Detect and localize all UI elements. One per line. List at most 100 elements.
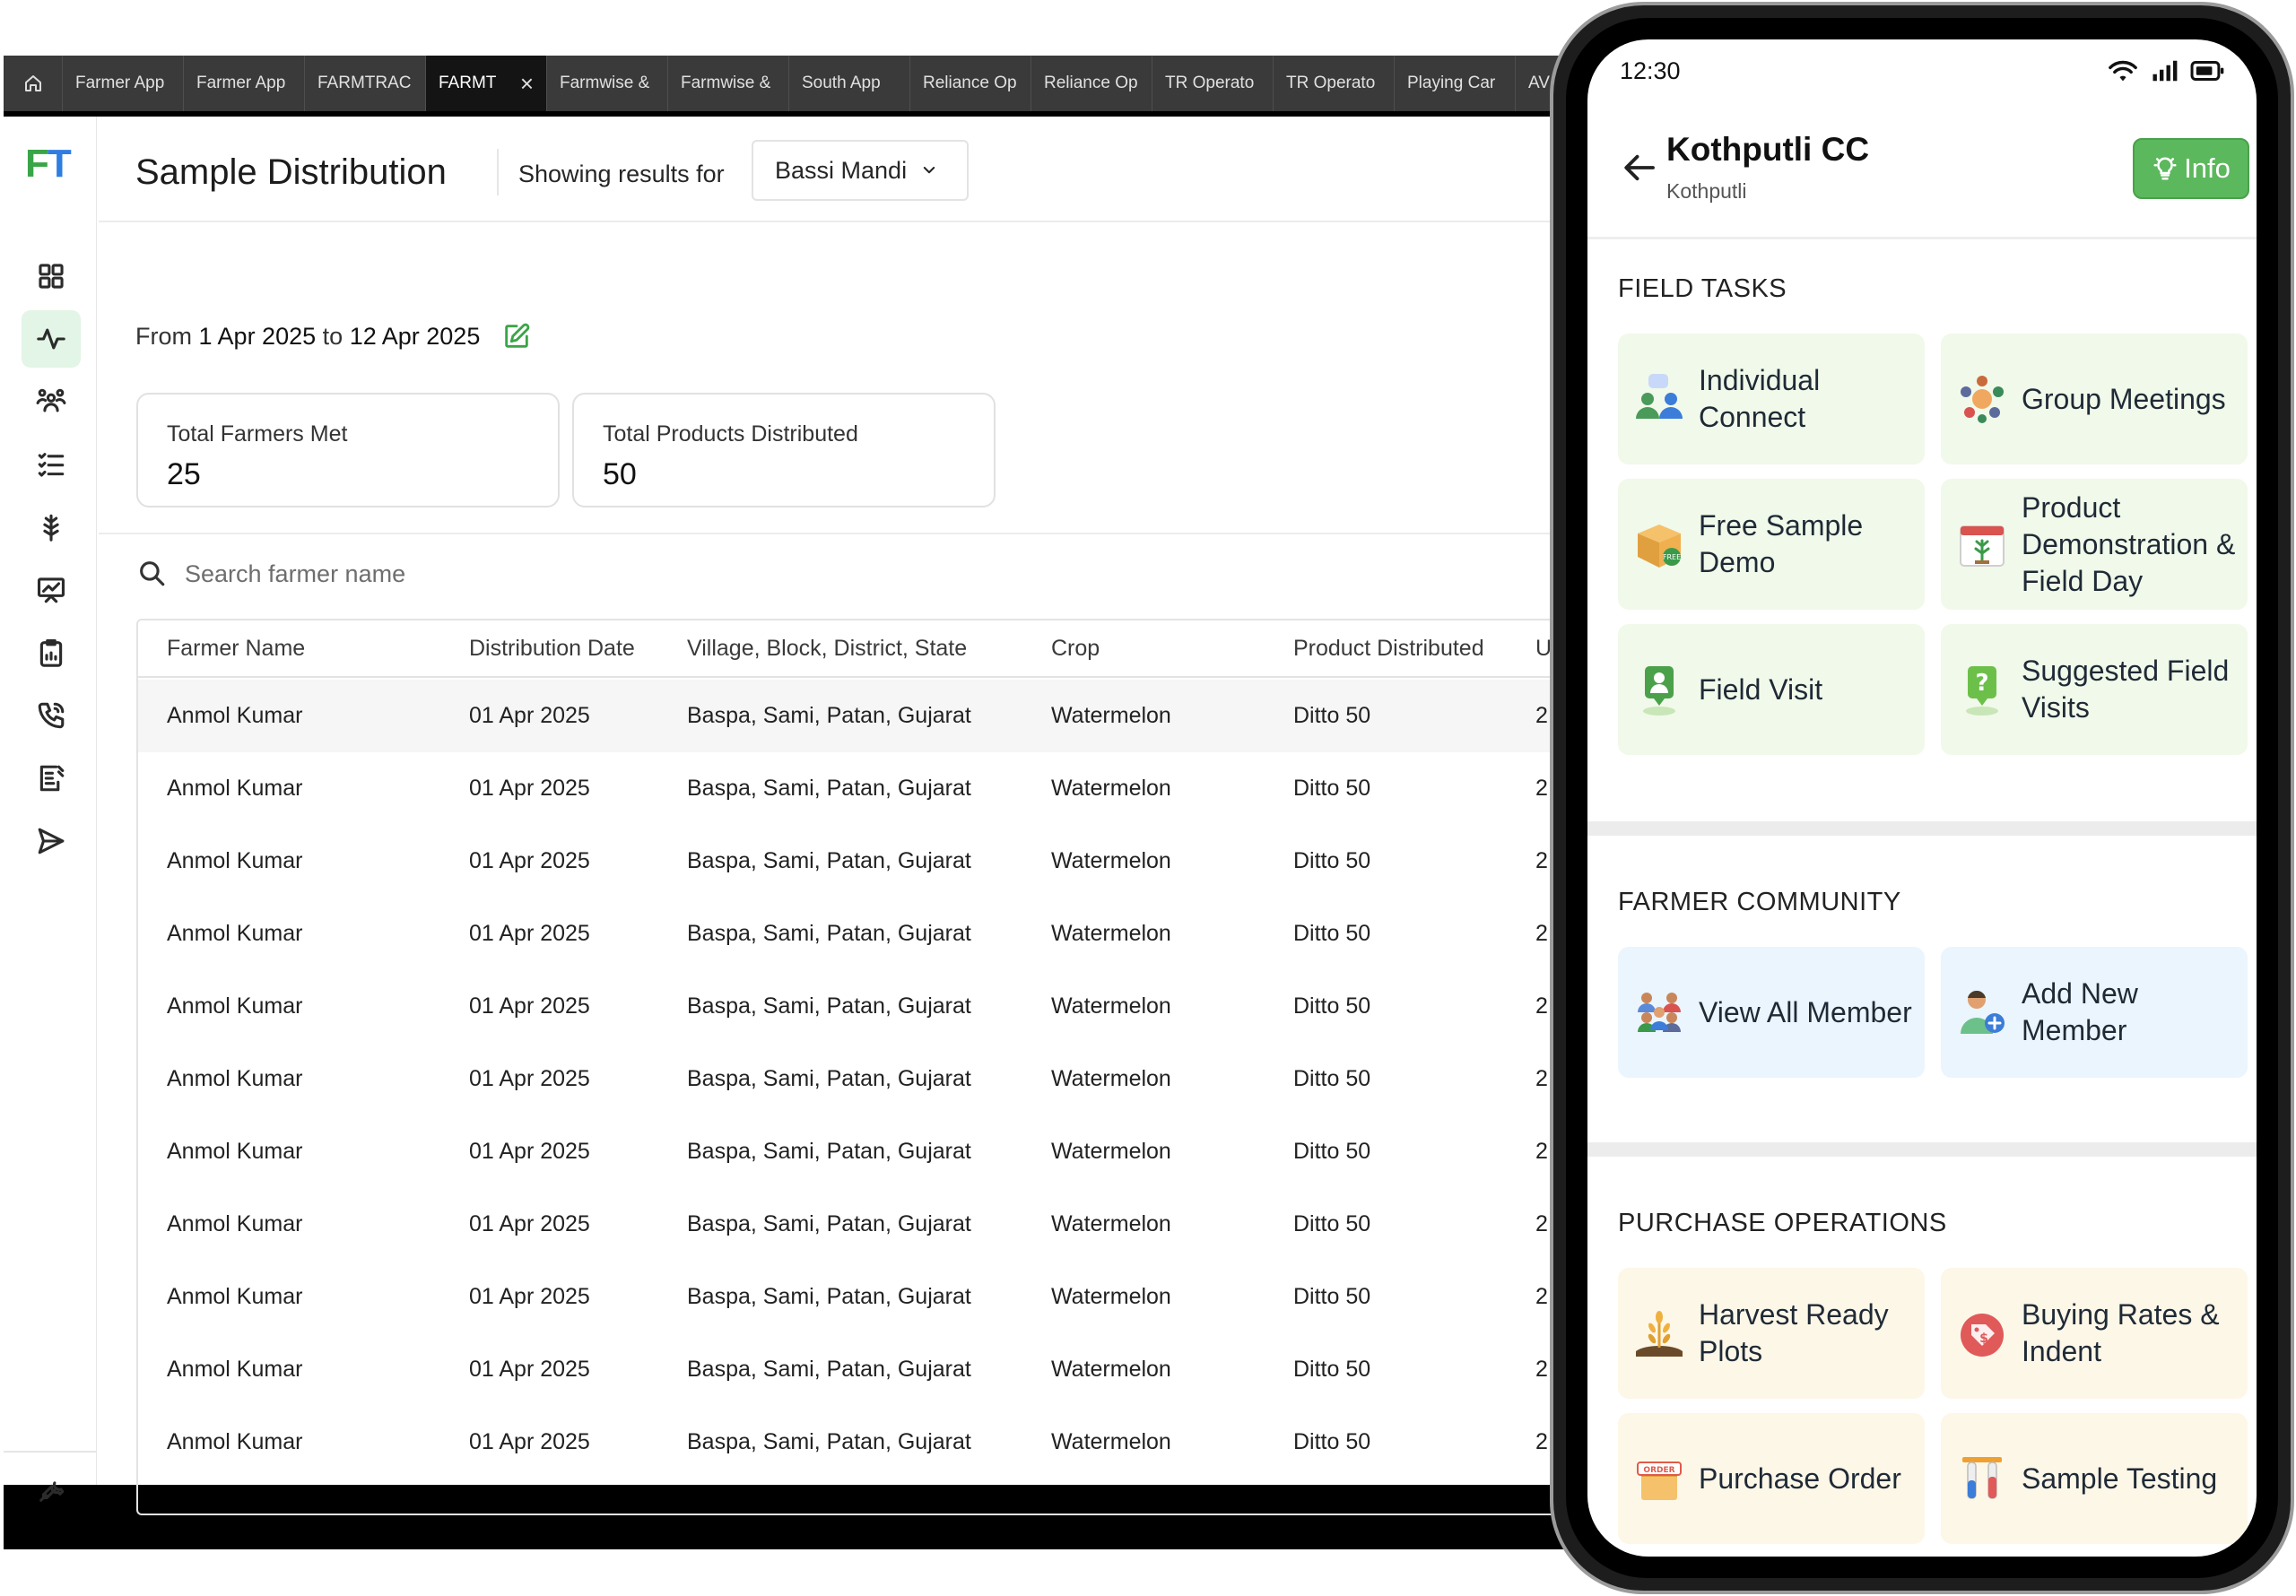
table-cell: Anmol Kumar (167, 1211, 303, 1236)
browser-tab[interactable]: Farmwise & (668, 56, 789, 111)
table-cell: Ditto 50 (1293, 703, 1371, 728)
search-input[interactable] (185, 554, 723, 594)
column-header[interactable]: Distribution Date (469, 620, 635, 676)
task-card-suggested-field-visits[interactable]: ? Suggested Field Visits (1941, 624, 2248, 755)
table-cell: Watermelon (1051, 776, 1171, 801)
header-divider (1587, 237, 2257, 239)
task-card-purchase-order[interactable]: ORDER Purchase Order (1618, 1413, 1925, 1544)
table-row[interactable]: Anmol Kumar 01 Apr 2025 Baspa, Sami, Patan… (138, 1406, 1580, 1479)
table-row[interactable]: Anmol Kumar 01 Apr 2025 Baspa, Sami, Patan… (138, 1188, 1580, 1261)
tab-label: Farmwise & (681, 74, 771, 92)
task-card-individual-connect[interactable]: Individual Connect (1618, 334, 1925, 464)
table-cell: Baspa, Sami, Patan, Gujarat (687, 703, 971, 728)
table-cell: 01 Apr 2025 (469, 1139, 590, 1164)
table-row[interactable]: Anmol Kumar 01 Apr 2025 Baspa, Sami, Patan… (138, 680, 1580, 752)
signal-icon (2152, 60, 2178, 82)
field-visit-pin-icon (1632, 663, 1686, 716)
table-cell: Watermelon (1051, 921, 1171, 946)
table-cell: Anmol Kumar (167, 1139, 303, 1164)
table-row[interactable]: Anmol Kumar 01 Apr 2025 Baspa, Sami, Patan… (138, 752, 1580, 825)
table-row[interactable]: Anmol Kumar 01 Apr 2025 Baspa, Sami, Patan… (138, 825, 1580, 898)
browser-tab[interactable]: Reliance Op (910, 56, 1031, 111)
task-card-field-visit[interactable]: Field Visit (1618, 624, 1925, 755)
back-arrow-icon[interactable] (1622, 149, 1659, 186)
browser-tab[interactable]: TR Operato (1152, 56, 1274, 111)
table-cell: 2 (1535, 993, 1548, 1019)
browser-tab[interactable]: Farmer App (184, 56, 305, 111)
browser-tab[interactable]: TR Operato (1274, 56, 1395, 111)
table-row[interactable]: Anmol Kumar 01 Apr 2025 Baspa, Sami, Patan… (138, 1043, 1580, 1115)
browser-tab[interactable]: Farmer App (63, 56, 184, 111)
sidebar-item-checklist[interactable] (22, 436, 81, 493)
sidebar-item-activity[interactable] (22, 310, 81, 368)
table-row[interactable]: Anmol Kumar 01 Apr 2025 Baspa, Sami, Patan… (138, 898, 1580, 970)
table-cell: 01 Apr 2025 (469, 1429, 590, 1454)
sidebar-item-phone-call[interactable] (22, 687, 81, 744)
sidebar-item-presentation[interactable] (22, 561, 81, 619)
column-header[interactable]: Village, Block, District, State (687, 620, 967, 676)
task-card-label: Group Meetings (2022, 382, 2226, 415)
free-sample-box-icon: FREE (1632, 517, 1686, 571)
sidebar-item-crop[interactable] (22, 499, 81, 556)
collection-center-subtitle: Kothputli (1666, 179, 1747, 203)
table-cell: Baspa, Sami, Patan, Gujarat (687, 1284, 971, 1309)
sidebar-item-clipboard[interactable] (22, 624, 81, 681)
presentation-icon (37, 577, 65, 603)
task-card-harvest-ready-plots[interactable]: Harvest Ready Plots (1618, 1268, 1925, 1399)
table-row[interactable]: Anmol Kumar 01 Apr 2025 Baspa, Sami, Patan… (138, 1333, 1580, 1406)
mandi-select[interactable]: Bassi Mandi (752, 140, 969, 201)
table-cell: 01 Apr 2025 (469, 776, 590, 801)
svg-text:ORDER: ORDER (1643, 1466, 1674, 1475)
home-icon (24, 75, 41, 91)
edit-date-icon[interactable] (501, 321, 532, 351)
column-header[interactable]: Crop (1051, 620, 1100, 676)
browser-tab[interactable]: Reliance Op (1031, 56, 1152, 111)
suggested-visit-icon: ? (1955, 663, 2009, 716)
task-card-sample-testing[interactable]: Sample Testing (1941, 1413, 2248, 1544)
section-separator (1587, 821, 2257, 836)
column-header[interactable]: Product Distributed (1293, 620, 1484, 676)
table-cell: Watermelon (1051, 1139, 1171, 1164)
table-cell: Baspa, Sami, Patan, Gujarat (687, 1066, 971, 1091)
sidebar-item-send[interactable] (22, 812, 81, 870)
browser-tab[interactable]: South App (789, 56, 910, 111)
table-cell: Watermelon (1051, 1211, 1171, 1236)
tab-home[interactable] (4, 56, 63, 111)
browser-tab[interactable]: Farmwise & (547, 56, 668, 111)
app-logo[interactable]: FT (25, 142, 72, 186)
wrench-icon (39, 1481, 65, 1502)
tab-label: FARMT (439, 74, 497, 92)
task-card-group-meetings[interactable]: Group Meetings (1941, 334, 2248, 464)
sidebar-item-dashboard[interactable] (22, 247, 81, 305)
task-card-buying-rates-indent[interactable]: $ Buying Rates & Indent (1941, 1268, 2248, 1399)
table-cell: Anmol Kumar (167, 1357, 303, 1382)
table-row[interactable]: Anmol Kumar 01 Apr 2025 Baspa, Sami, Patan… (138, 1115, 1580, 1188)
table-row[interactable]: Anmol Kumar 01 Apr 2025 Baspa, Sami, Patan… (138, 1261, 1580, 1333)
close-tab-icon[interactable]: × (520, 70, 534, 98)
activity-icon (37, 328, 65, 350)
table-cell: Anmol Kumar (167, 776, 303, 801)
task-card-view-all-member[interactable]: View All Member (1618, 947, 1925, 1078)
section-separator (1587, 1142, 2257, 1157)
tab-label: Reliance Op (923, 74, 1017, 92)
table-cell: Baspa, Sami, Patan, Gujarat (687, 1357, 971, 1382)
distribution-table: Farmer Name Distribution Date Village, Blo… (136, 619, 1580, 1515)
browser-tab[interactable]: FARMTRAC (305, 56, 426, 111)
table-cell: Ditto 50 (1293, 1139, 1371, 1164)
table-cell: 2 (1535, 703, 1548, 728)
column-header[interactable]: Farmer Name (167, 620, 305, 676)
info-button[interactable]: Info (2133, 138, 2249, 199)
table-row[interactable]: Anmol Kumar 01 Apr 2025 Baspa, Sami, Patan… (138, 970, 1580, 1043)
sidebar-item-report[interactable] (22, 750, 81, 807)
task-card-product-demonstration-field-day[interactable]: Product Demonstration & Field Day (1941, 479, 2248, 610)
sidebar-item-community[interactable] (22, 373, 81, 430)
browser-tab[interactable]: FARMT × (426, 56, 547, 111)
date-to: 12 Apr 2025 (349, 323, 481, 350)
task-card-free-sample-demo[interactable]: FREE Free Sample Demo (1618, 479, 1925, 610)
table-cell: Baspa, Sami, Patan, Gujarat (687, 1429, 971, 1454)
task-card-add-new-member[interactable]: Add New Member (1941, 947, 2248, 1078)
browser-tab[interactable]: Playing Car (1395, 56, 1516, 111)
svg-text:?: ? (1975, 670, 1988, 697)
web-app: FT Sample Distribution Showing results f… (4, 117, 1580, 1515)
sidebar-item-settings[interactable] (22, 1462, 81, 1519)
